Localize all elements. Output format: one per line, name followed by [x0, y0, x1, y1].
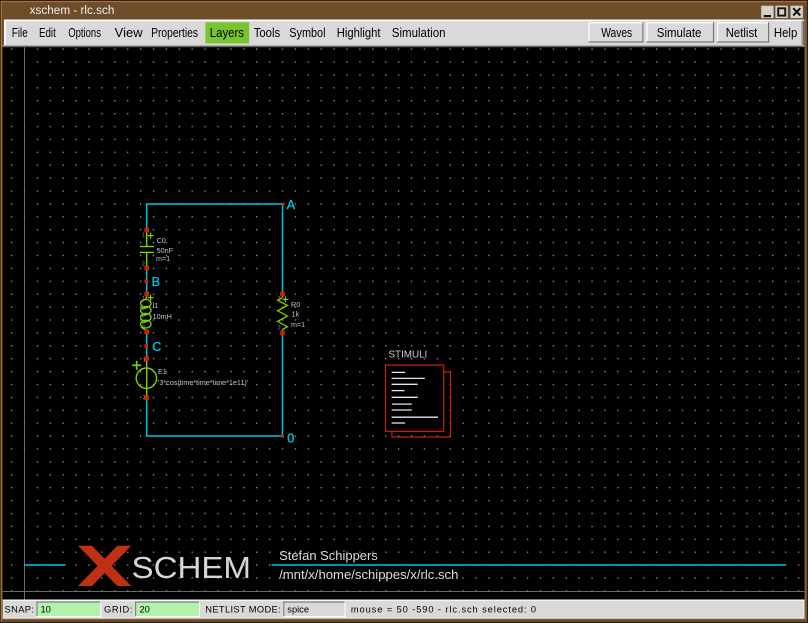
svg-text:2: 2: [278, 325, 281, 331]
svg-text:2: 2: [142, 262, 145, 268]
svg-text:1k: 1k: [292, 310, 300, 319]
svg-text:1: 1: [142, 232, 145, 238]
svg-text:10mH: 10mH: [153, 312, 172, 321]
svg-text:C0: C0: [157, 236, 166, 245]
svg-text:A: A: [287, 198, 296, 212]
svg-text:0: 0: [287, 432, 294, 446]
svg-text:/mnt/x/home/schippes/x/rlc.sch: /mnt/x/home/schippes/x/rlc.sch: [279, 567, 458, 582]
svg-text:1: 1: [142, 296, 145, 302]
svg-text:B: B: [152, 275, 160, 289]
svg-text:SCHEM: SCHEM: [132, 551, 252, 585]
svg-text:E1: E1: [158, 367, 167, 376]
svg-text:1: 1: [278, 296, 281, 302]
svg-text:l1: l1: [153, 301, 159, 310]
svg-text:2: 2: [142, 325, 145, 331]
svg-text:'3*cos(time*time*time*1e11)': '3*cos(time*time*time*1e11)': [158, 378, 249, 387]
svg-text:R0: R0: [291, 300, 300, 309]
svg-text:m=1: m=1: [291, 320, 305, 329]
svg-text:1: 1: [143, 358, 146, 364]
svg-text:m=1: m=1: [156, 254, 170, 263]
svg-text:C: C: [152, 340, 161, 354]
svg-text:STIMULI: STIMULI: [389, 350, 428, 361]
svg-text:2: 2: [143, 395, 146, 401]
svg-text:Stefan Schippers: Stefan Schippers: [279, 548, 378, 563]
